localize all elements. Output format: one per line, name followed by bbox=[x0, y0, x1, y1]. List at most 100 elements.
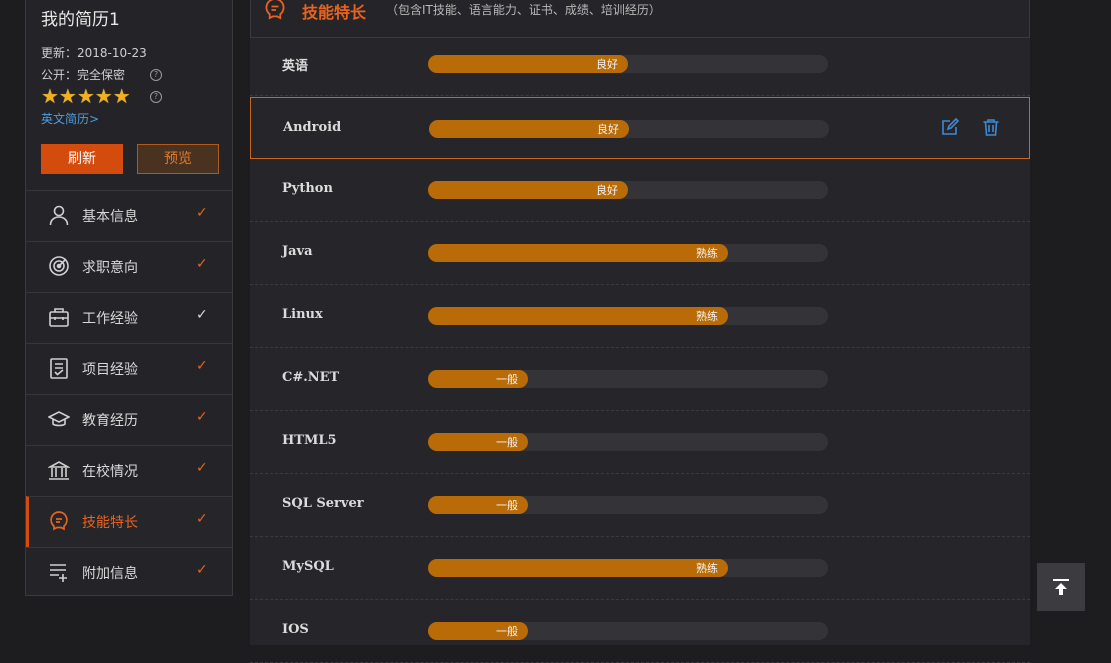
skill-row[interactable]: Python 良好 bbox=[250, 159, 1030, 222]
skill-name: MySQL bbox=[282, 559, 334, 574]
skill-row[interactable]: IOS 一般 bbox=[250, 600, 1030, 663]
skill-level-label: 一般 bbox=[496, 499, 518, 512]
nav-label: 求职意向 bbox=[82, 260, 138, 276]
resume-rating-stars: ★★★★★ bbox=[41, 84, 131, 108]
resume-section-nav: 基本信息 ✓ 求职意向 ✓ 工作经验 ✓ 项目经验 ✓ 教育经历 ✓ 在校情况 … bbox=[26, 190, 232, 598]
skill-name: HTML5 bbox=[282, 433, 337, 448]
check-icon: ✓ bbox=[196, 358, 208, 374]
skill-level-fill: 良好 bbox=[428, 55, 628, 73]
skill-list: 英语 良好 Android 良好 Python 良好 Java 熟练 Linux… bbox=[250, 33, 1030, 663]
rating-help-icon[interactable]: ? bbox=[150, 91, 162, 103]
english-resume-link[interactable]: 英文简历> bbox=[41, 110, 99, 127]
skill-level-bar: 一般 bbox=[428, 370, 828, 388]
skill-level-fill: 熟练 bbox=[428, 244, 728, 262]
skill-name: IOS bbox=[282, 622, 309, 637]
target-icon bbox=[48, 255, 70, 277]
skill-row[interactable]: MySQL 熟练 bbox=[250, 537, 1030, 600]
skill-row[interactable]: C#.NET 一般 bbox=[250, 348, 1030, 411]
school-building-icon bbox=[48, 459, 70, 481]
skill-row[interactable]: 英语 良好 bbox=[250, 33, 1030, 96]
skill-level-fill: 一般 bbox=[428, 370, 528, 388]
resume-sidebar: 我的简历1 更新：2018-10-23 公开：完全保密 ? ★★★★★ ? 英文… bbox=[25, 0, 233, 596]
skill-level-label: 一般 bbox=[496, 373, 518, 386]
skill-level-bar: 熟练 bbox=[428, 307, 828, 325]
skill-level-fill: 一般 bbox=[428, 496, 528, 514]
check-icon: ✓ bbox=[196, 205, 208, 221]
skill-level-bar: 熟练 bbox=[428, 244, 828, 262]
nav-item-work-experience[interactable]: 工作经验 ✓ bbox=[26, 292, 232, 343]
skill-level-bar: 一般 bbox=[428, 622, 828, 640]
nav-item-campus[interactable]: 在校情况 ✓ bbox=[26, 445, 232, 496]
skill-level-label: 良好 bbox=[597, 123, 619, 136]
skills-panel: 技能特长 （包含IT技能、语言能力、证书、成绩、培训经历） 英语 良好 Andr… bbox=[250, 0, 1030, 663]
skill-level-bar: 良好 bbox=[428, 181, 828, 199]
skill-level-bar: 一般 bbox=[428, 433, 828, 451]
skill-name: Java bbox=[282, 244, 313, 259]
back-to-top-button[interactable] bbox=[1037, 563, 1085, 611]
nav-item-job-intention[interactable]: 求职意向 ✓ bbox=[26, 241, 232, 292]
skill-row[interactable]: HTML5 一般 bbox=[250, 411, 1030, 474]
check-icon: ✓ bbox=[196, 307, 208, 323]
section-title: 技能特长 bbox=[302, 3, 367, 22]
star-rating: ★★★★★ bbox=[41, 84, 131, 108]
skill-level-label: 一般 bbox=[496, 625, 518, 638]
skill-level-bar: 熟练 bbox=[428, 559, 828, 577]
nav-label: 基本信息 bbox=[82, 209, 138, 225]
skill-level-label: 熟练 bbox=[696, 562, 718, 575]
delete-icon[interactable] bbox=[982, 118, 1000, 136]
nav-label: 教育经历 bbox=[82, 413, 138, 429]
skill-level-bar: 一般 bbox=[428, 496, 828, 514]
arrow-up-icon bbox=[1053, 579, 1069, 595]
privacy-setting[interactable]: 公开：完全保密 bbox=[41, 66, 125, 83]
skill-level-fill: 一般 bbox=[428, 433, 528, 451]
skill-row[interactable]: Android 良好 bbox=[250, 97, 1030, 159]
nav-label: 项目经验 bbox=[82, 362, 138, 378]
graduation-cap-icon bbox=[48, 408, 70, 430]
skill-name: 英语 bbox=[282, 59, 309, 74]
skill-name: SQL Server bbox=[282, 496, 364, 511]
skill-level-label: 良好 bbox=[596, 58, 618, 71]
check-icon: ✓ bbox=[196, 460, 208, 476]
skill-name: Linux bbox=[282, 307, 323, 322]
skill-level-label: 熟练 bbox=[696, 310, 718, 323]
skill-row[interactable]: Linux 熟练 bbox=[250, 285, 1030, 348]
nav-item-education[interactable]: 教育经历 ✓ bbox=[26, 394, 232, 445]
skill-level-label: 一般 bbox=[496, 436, 518, 449]
updated-date: 更新：2018-10-23 bbox=[41, 46, 147, 60]
briefcase-icon bbox=[48, 306, 70, 328]
resume-title: 我的简历1 bbox=[41, 10, 120, 30]
row-actions bbox=[941, 118, 1018, 140]
nav-item-basic-info[interactable]: 基本信息 ✓ bbox=[26, 190, 232, 241]
nav-label: 附加信息 bbox=[82, 566, 138, 582]
skill-bulb-icon bbox=[48, 510, 70, 532]
skill-level-bar: 良好 bbox=[428, 55, 828, 73]
skill-name: C#.NET bbox=[282, 370, 340, 385]
privacy-help-icon[interactable]: ? bbox=[150, 69, 162, 81]
list-add-icon bbox=[48, 561, 70, 583]
nav-item-project-experience[interactable]: 项目经验 ✓ bbox=[26, 343, 232, 394]
check-icon: ✓ bbox=[196, 256, 208, 272]
skill-level-fill: 良好 bbox=[429, 120, 629, 138]
nav-item-skills[interactable]: 技能特长 ✓ bbox=[26, 496, 232, 547]
preview-button[interactable]: 预览 bbox=[137, 144, 219, 174]
skill-level-fill: 一般 bbox=[428, 622, 528, 640]
check-icon: ✓ bbox=[196, 511, 208, 527]
clipboard-check-icon bbox=[48, 357, 70, 379]
skill-row[interactable]: SQL Server 一般 bbox=[250, 474, 1030, 537]
skill-level-label: 良好 bbox=[596, 184, 618, 197]
skill-row[interactable]: Java 熟练 bbox=[250, 222, 1030, 285]
nav-label: 技能特长 bbox=[82, 515, 138, 531]
skill-bulb-icon bbox=[263, 0, 287, 21]
edit-icon[interactable] bbox=[941, 118, 959, 136]
skill-level-fill: 熟练 bbox=[428, 307, 728, 325]
nav-label: 在校情况 bbox=[82, 464, 138, 480]
skill-level-bar: 良好 bbox=[429, 120, 829, 138]
skill-level-fill: 良好 bbox=[428, 181, 628, 199]
skill-name: Android bbox=[283, 120, 342, 135]
refresh-button[interactable]: 刷新 bbox=[41, 144, 123, 174]
check-icon: ✓ bbox=[196, 562, 208, 578]
section-subtitle: （包含IT技能、语言能力、证书、成绩、培训经历） bbox=[386, 3, 661, 17]
nav-label: 工作经验 bbox=[82, 311, 138, 327]
user-icon bbox=[48, 204, 70, 226]
nav-item-additional-info[interactable]: 附加信息 ✓ bbox=[26, 547, 232, 598]
